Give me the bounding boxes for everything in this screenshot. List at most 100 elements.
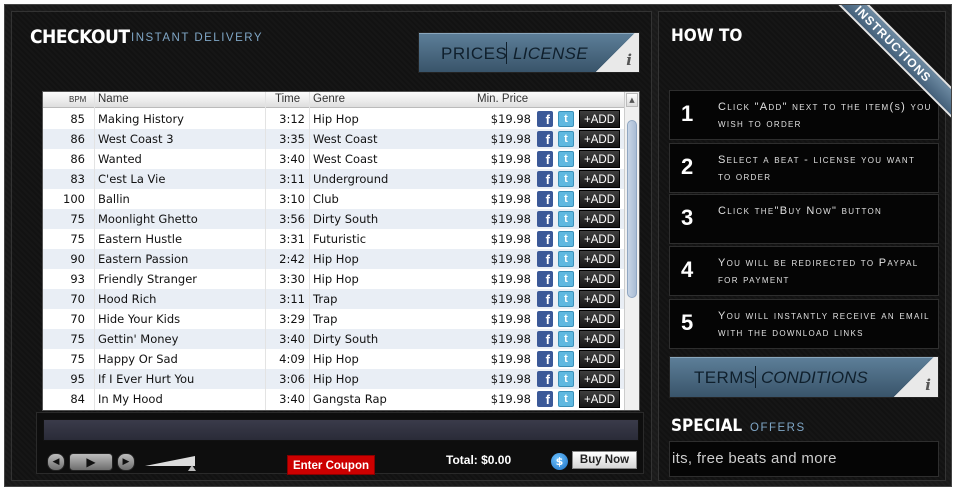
cell-genre: Underground <box>313 172 389 186</box>
twitter-share-icon[interactable]: t <box>558 151 574 167</box>
add-to-cart-button[interactable]: +ADD <box>579 250 620 268</box>
special-subtitle: OFFERS <box>750 422 806 434</box>
table-row: 93 Friendly Stranger 3:30 Hip Hop $19.98 f t +A… <box>43 269 625 289</box>
twitter-share-icon[interactable]: t <box>558 311 574 327</box>
facebook-share-icon[interactable]: f <box>537 151 553 167</box>
previous-track-button[interactable]: ◀ <box>47 453 65 471</box>
facebook-share-icon[interactable]: f <box>537 291 553 307</box>
info-icon: i <box>890 357 938 397</box>
add-to-cart-button[interactable]: +ADD <box>579 350 620 368</box>
header-name[interactable]: Name <box>98 93 129 105</box>
twitter-share-icon[interactable]: t <box>558 191 574 207</box>
facebook-share-icon[interactable]: f <box>537 331 553 347</box>
add-to-cart-button[interactable]: +ADD <box>579 330 620 348</box>
cell-name: Making History <box>98 112 184 126</box>
table-scrollbar[interactable]: ▲ <box>624 92 639 410</box>
prices-label: PRICES <box>441 44 508 63</box>
next-track-button[interactable]: ▶ <box>117 453 135 471</box>
table-row: 75 Eastern Hustle 3:31 Futuristic $19.98 f t +A… <box>43 229 625 249</box>
twitter-share-icon[interactable]: t <box>558 391 574 407</box>
add-to-cart-button[interactable]: +ADD <box>579 310 620 328</box>
add-to-cart-button[interactable]: +ADD <box>579 190 620 208</box>
cell-name: Ballin <box>98 192 130 206</box>
prices-license-button[interactable]: PRICES LICENSE i <box>418 32 640 73</box>
facebook-share-icon[interactable]: f <box>537 271 553 287</box>
terms-label: TERMS <box>694 368 756 387</box>
cell-price: $19.98 <box>490 332 531 346</box>
separator <box>506 42 507 64</box>
step-number: 2 <box>681 154 694 179</box>
cell-genre: West Coast <box>313 132 378 146</box>
cell-name: Happy Or Sad <box>98 352 178 366</box>
cell-price: $19.98 <box>490 172 531 186</box>
twitter-share-icon[interactable]: t <box>558 231 574 247</box>
add-to-cart-button[interactable]: +ADD <box>579 370 620 388</box>
previous-icon: ◀ <box>52 457 60 467</box>
twitter-share-icon[interactable]: t <box>558 111 574 127</box>
add-to-cart-button[interactable]: +ADD <box>579 230 620 248</box>
twitter-share-icon[interactable]: t <box>558 271 574 287</box>
enter-coupon-button[interactable]: Enter Coupon <box>287 455 375 475</box>
step-text: You will be redirected to Paypal for pay… <box>718 257 919 286</box>
license-label: LICENSE <box>513 44 588 63</box>
twitter-share-icon[interactable]: t <box>558 211 574 227</box>
cell-time: 3:11 <box>279 292 305 306</box>
cell-bpm: 90 <box>70 252 85 266</box>
step-text: You will instantly receive an email with… <box>718 310 930 339</box>
add-to-cart-button[interactable]: +ADD <box>579 290 620 308</box>
next-icon: ▶ <box>122 457 130 467</box>
header-time[interactable]: Time <box>275 93 300 105</box>
add-to-cart-button[interactable]: +ADD <box>579 270 620 288</box>
twitter-share-icon[interactable]: t <box>558 251 574 267</box>
cell-genre: Hip Hop <box>313 252 359 266</box>
add-to-cart-button[interactable]: +ADD <box>579 110 620 128</box>
cell-genre: Trap <box>313 312 338 326</box>
twitter-share-icon[interactable]: t <box>558 131 574 147</box>
checkout-title: CHECKOUT <box>30 26 130 48</box>
twitter-share-icon[interactable]: t <box>558 331 574 347</box>
add-to-cart-button[interactable]: +ADD <box>579 150 620 168</box>
header-bpm[interactable]: BPM <box>69 95 86 104</box>
add-to-cart-button[interactable]: +ADD <box>579 390 620 408</box>
facebook-share-icon[interactable]: f <box>537 351 553 367</box>
cell-price: $19.98 <box>490 112 531 126</box>
facebook-share-icon[interactable]: f <box>537 191 553 207</box>
facebook-share-icon[interactable]: f <box>537 211 553 227</box>
twitter-share-icon[interactable]: t <box>558 171 574 187</box>
twitter-share-icon[interactable]: t <box>558 351 574 367</box>
facebook-share-icon[interactable]: f <box>537 131 553 147</box>
twitter-share-icon[interactable]: t <box>558 371 574 387</box>
add-to-cart-button[interactable]: +ADD <box>579 210 620 228</box>
facebook-share-icon[interactable]: f <box>537 371 553 387</box>
cell-price: $19.98 <box>490 132 531 146</box>
header-min-price[interactable]: Min. Price <box>477 93 528 105</box>
terms-conditions-button[interactable]: TERMS CONDITIONS i <box>669 356 939 398</box>
twitter-share-icon[interactable]: t <box>558 291 574 307</box>
add-to-cart-button[interactable]: +ADD <box>579 170 620 188</box>
play-button[interactable]: ▶ <box>69 453 113 471</box>
audio-player: ◀ ▶ ▶ Enter Coupon Total: $0.00 $ Buy No… <box>36 412 644 475</box>
facebook-share-icon[interactable]: f <box>537 251 553 267</box>
cell-time: 3:40 <box>279 332 305 346</box>
progress-bar[interactable] <box>43 419 639 441</box>
facebook-share-icon[interactable]: f <box>537 231 553 247</box>
scroll-thumb[interactable] <box>627 120 637 298</box>
table-row: 90 Eastern Passion 2:42 Hip Hop $19.98 f t +ADD <box>43 249 625 269</box>
facebook-share-icon[interactable]: f <box>537 311 553 327</box>
cell-price: $19.98 <box>490 212 531 226</box>
scroll-up-arrow-icon[interactable]: ▲ <box>626 93 638 107</box>
table-row: 75 Happy Or Sad 4:09 Hip Hop $19.98 f t +ADD <box>43 349 625 369</box>
volume-knob[interactable] <box>188 465 196 471</box>
add-to-cart-button[interactable]: +ADD <box>579 130 620 148</box>
facebook-share-icon[interactable]: f <box>537 171 553 187</box>
cell-time: 4:09 <box>279 352 305 366</box>
facebook-share-icon[interactable]: f <box>537 111 553 127</box>
cell-bpm: 95 <box>70 372 85 386</box>
buy-now-button[interactable]: Buy Now <box>572 451 637 469</box>
facebook-share-icon[interactable]: f <box>537 391 553 407</box>
header-genre[interactable]: Genre <box>313 93 345 105</box>
cell-time: 3:40 <box>279 392 305 406</box>
cell-price: $19.98 <box>490 192 531 206</box>
cell-genre: Gangsta Rap <box>313 392 387 406</box>
cell-bpm: 75 <box>70 232 85 246</box>
